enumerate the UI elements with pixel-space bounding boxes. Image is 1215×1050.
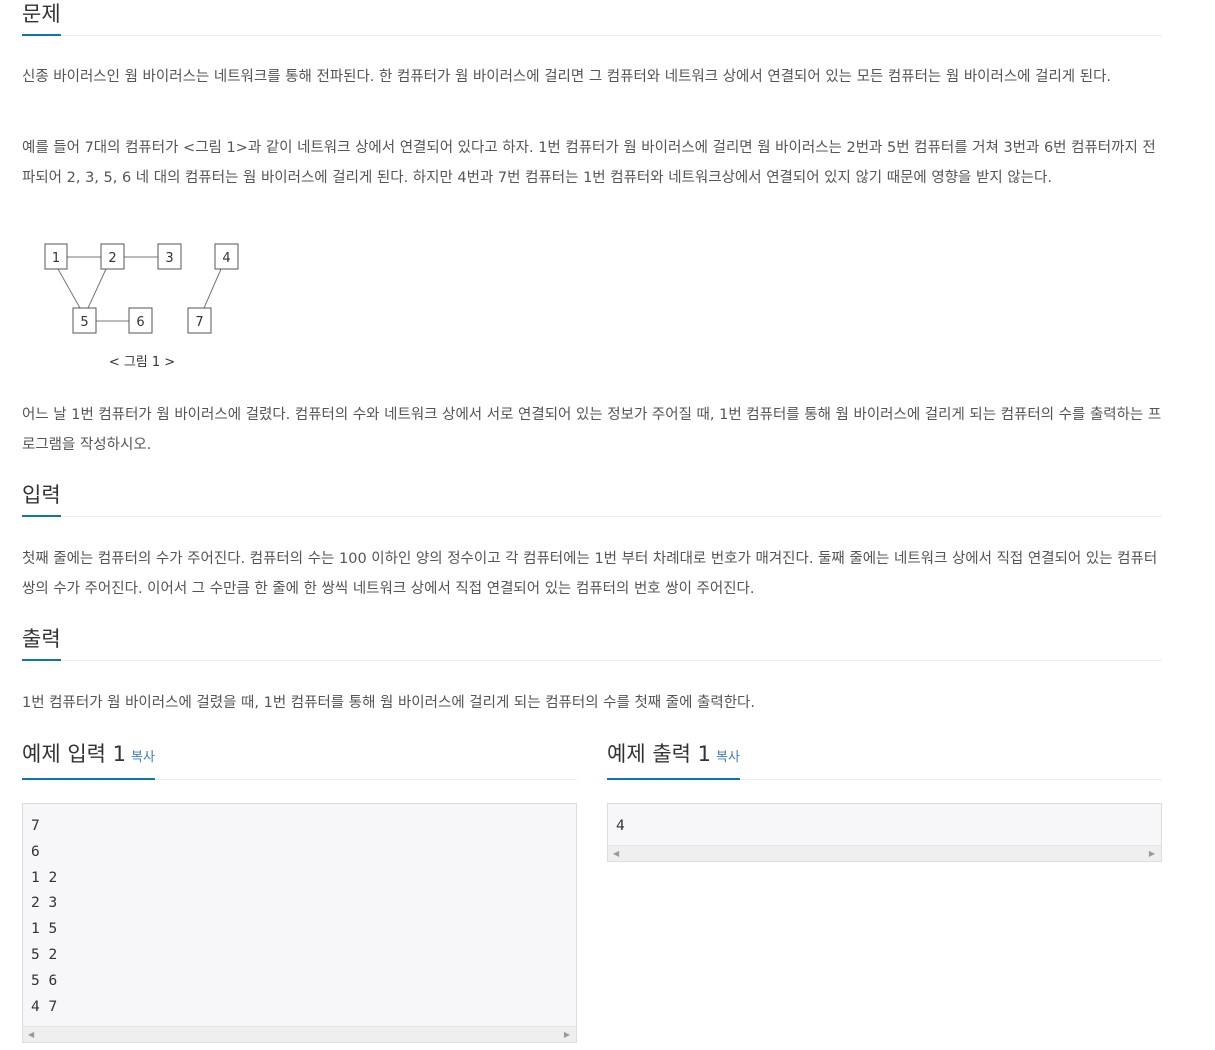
sample-input-title: 예제 입력 1 복사 (22, 740, 155, 780)
section-title-input: 입력 (22, 481, 61, 517)
input-paragraph-1: 첫째 줄에는 컴퓨터의 수가 주어진다. 컴퓨터의 수는 100 이하인 양의 … (22, 551, 1158, 597)
node-label-7: 7 (195, 315, 203, 330)
node-label-5: 5 (80, 315, 88, 330)
section-header-problem: 문제 (22, 0, 1162, 36)
scroll-right-icon[interactable]: ▶ (564, 1027, 570, 1042)
node-label-1: 1 (52, 251, 60, 266)
scroll-left-icon[interactable]: ◀ (613, 846, 619, 861)
node-label-2: 2 (108, 251, 116, 266)
sample-output-title-text: 예제 출력 1 (607, 742, 711, 766)
sample-input-box[interactable]: 7 6 1 2 2 3 1 5 5 2 5 6 4 7 ◀ ▶ (22, 803, 577, 1043)
section-header-input: 입력 (22, 481, 1162, 517)
edge-2-5 (87, 268, 107, 309)
section-title-problem: 문제 (22, 0, 61, 36)
problem-paragraph-1: 신종 바이러스인 웜 바이러스는 네트워크를 통해 전파된다. 한 컴퓨터가 웜… (22, 69, 1112, 85)
section-title-output: 출력 (22, 625, 61, 661)
sample-input-scrollbar[interactable]: ◀ ▶ (23, 1026, 576, 1042)
sample-output-title: 예제 출력 1 복사 (607, 740, 740, 780)
network-diagram: 1 2 3 4 5 6 7 < 그림 1 > (44, 243, 239, 370)
sample-input-header: 예제 입력 1 복사 (22, 740, 577, 780)
sample-output-scrollbar[interactable]: ◀ ▶ (608, 845, 1161, 861)
node-label-6: 6 (136, 315, 144, 330)
section-header-output: 출력 (22, 625, 1162, 661)
edge-1-5 (57, 268, 81, 309)
sample-output-box[interactable]: 4 ◀ ▶ (607, 803, 1162, 862)
scroll-left-icon[interactable]: ◀ (28, 1027, 34, 1042)
sample-output-header: 예제 출력 1 복사 (607, 740, 1162, 780)
sample-input-title-text: 예제 입력 1 (22, 742, 126, 766)
figure-caption: < 그림 1 > (109, 355, 175, 370)
node-label-4: 4 (222, 251, 230, 266)
node-label-3: 3 (165, 251, 173, 266)
network-figure: 1 2 3 4 5 6 7 < 그림 1 > (40, 238, 260, 382)
problem-paragraph-3: 어느 날 1번 컴퓨터가 웜 바이러스에 걸렸다. 컴퓨터의 수와 네트워크 상… (22, 407, 1162, 453)
output-paragraph-1: 1번 컴퓨터가 웜 바이러스에 걸렸을 때, 1번 컴퓨터를 통해 웜 바이러스… (22, 695, 755, 711)
edge-4-7 (203, 268, 222, 309)
sample-output-content: 4 (616, 818, 625, 834)
problem-paragraph-2: 예를 들어 7대의 컴퓨터가 <그림 1>과 같이 네트워크 상에서 연결되어 … (22, 140, 1156, 186)
scroll-right-icon[interactable]: ▶ (1149, 846, 1155, 861)
sample-input-content: 7 6 1 2 2 3 1 5 5 2 5 6 4 7 (31, 818, 58, 1015)
copy-input-button[interactable]: 복사 (131, 750, 155, 765)
copy-output-button[interactable]: 복사 (716, 750, 740, 765)
